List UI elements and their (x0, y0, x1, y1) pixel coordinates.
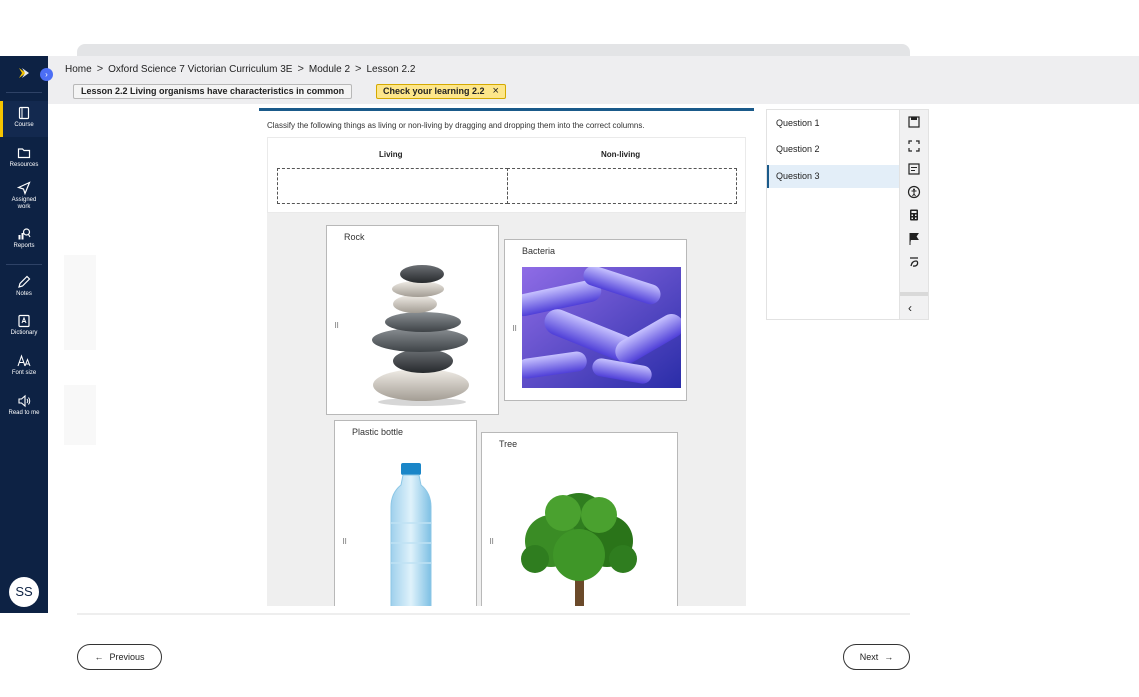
background-panel (64, 255, 96, 350)
sidebar-item-font-size[interactable]: Font size (0, 354, 48, 382)
sidebar-item-label: Font size (11, 370, 37, 376)
sidebar-item-label: Resources (9, 162, 39, 168)
sidebar-item-course[interactable]: Course (0, 101, 48, 137)
sidebar-divider (6, 92, 42, 93)
question-nav-item-3[interactable]: Question 3 (767, 165, 899, 188)
dictionary-icon (18, 314, 30, 328)
reports-icon (18, 228, 31, 240)
card-label: Bacteria (522, 246, 556, 256)
column-header-non-living: Non-living (601, 150, 641, 159)
drop-zone-living[interactable] (277, 168, 508, 204)
breadcrumb-course[interactable]: Oxford Science 7 Victorian Curriculum 3E (108, 64, 292, 75)
arrow-right-icon: → (884, 652, 894, 662)
card-label: Tree (499, 439, 518, 449)
drag-handle-icon[interactable]: ⠿ (512, 326, 517, 333)
sidebar-item-label: Read to me (8, 410, 40, 416)
previous-button[interactable]: ← Previous (77, 644, 162, 670)
folder-icon (17, 148, 31, 159)
sidebar-item-label: Reports (13, 243, 35, 249)
sidebar-item-label: Notes (16, 291, 32, 297)
sidebar-item-notes[interactable]: Notes (0, 275, 48, 303)
drop-panel: Living Non-living (267, 137, 746, 213)
sidebar-item-label: Assigned (11, 197, 37, 203)
save-icon[interactable] (907, 115, 921, 129)
rock-image (372, 265, 469, 406)
pencil-icon (18, 275, 31, 288)
tool-bar: ‹ (899, 109, 929, 320)
arrow-left-icon: ← (94, 652, 104, 662)
avatar[interactable]: SS (9, 577, 39, 607)
translate-icon[interactable] (907, 255, 921, 269)
breadcrumb-lesson[interactable]: Lesson 2.2 (366, 64, 415, 75)
question-nav-item-2[interactable]: Question 2 (767, 138, 899, 161)
close-icon[interactable]: × (493, 85, 499, 98)
previous-button-label: Previous (109, 652, 145, 662)
breadcrumb-home[interactable]: Home (65, 64, 92, 75)
breadcrumb-separator: > (297, 63, 304, 75)
tool-bar-divider (900, 292, 928, 296)
notes-icon[interactable] (907, 162, 921, 176)
bacteria-image (522, 267, 681, 388)
draggable-card-bacteria[interactable]: Bacteria ⠿ (504, 239, 687, 401)
sidebar-item-dictionary[interactable]: Dictionary (0, 314, 48, 342)
question-nav-panel: Question 1 Question 2 Question 3 (766, 109, 900, 320)
drag-handle-icon[interactable]: ⠿ (489, 539, 494, 546)
accessibility-icon[interactable] (907, 185, 921, 199)
breadcrumb-separator: > (96, 63, 104, 75)
breadcrumb-separator: > (355, 63, 362, 75)
sidebar-item-read-to-me[interactable]: Read to me (0, 394, 48, 422)
tree-image (521, 493, 637, 606)
flag-icon[interactable] (907, 232, 921, 246)
sidebar-item-reports[interactable]: Reports (0, 227, 48, 255)
question-nav-item-1[interactable]: Question 1 (767, 112, 899, 135)
draggable-card-tree[interactable]: Tree ⠿ (481, 432, 678, 606)
drag-handle-icon[interactable]: ⠿ (334, 323, 339, 330)
speaker-icon (18, 394, 31, 408)
next-button-label: Next (859, 652, 879, 662)
sidebar: › Course Resources Assigned work Reports… (0, 56, 53, 613)
lesson-tab[interactable]: Lesson 2.2 Living organisms have charact… (73, 84, 353, 99)
draggable-card-plastic-bottle[interactable]: Plastic bottle ⠿ (334, 420, 477, 606)
breadcrumb-module[interactable]: Module 2 (309, 64, 350, 75)
card-label: Rock (344, 232, 365, 242)
font-size-icon (17, 354, 31, 367)
logo-chevron-icon (19, 68, 29, 78)
collapse-panel-icon[interactable]: ‹ (908, 301, 912, 315)
draggable-items-area: Rock ⠿ Bacteria ⠿ Plastic bottle ⠿ Tree … (267, 213, 746, 606)
sidebar-item-resources[interactable]: Resources (0, 146, 48, 174)
expand-sidebar-icon[interactable]: › (40, 68, 53, 81)
calculator-icon[interactable] (907, 208, 921, 222)
draggable-card-rock[interactable]: Rock ⠿ (326, 225, 499, 415)
sidebar-item-label: Dictionary (10, 330, 38, 336)
sidebar-item-label: Course (14, 122, 34, 128)
drop-zone-non-living[interactable] (507, 168, 737, 204)
content-top-rule (259, 108, 754, 111)
app-logo[interactable]: › (0, 56, 53, 92)
drag-handle-icon[interactable]: ⠿ (342, 539, 347, 546)
check-learning-label: Check your learning 2.2 (383, 86, 485, 96)
send-icon (17, 181, 31, 195)
question-instruction: Classify the following things as living … (267, 121, 645, 130)
footer-divider (77, 613, 910, 615)
sidebar-item-assigned-work[interactable]: Assigned work (0, 181, 48, 217)
water-bottle-image (390, 463, 432, 606)
background-panel (64, 385, 96, 445)
next-button[interactable]: Next → (843, 644, 910, 670)
fullscreen-icon[interactable] (907, 139, 921, 153)
sidebar-item-label: work (17, 204, 31, 210)
breadcrumb: Home > Oxford Science 7 Victorian Curric… (65, 63, 415, 75)
check-learning-tab[interactable]: Check your learning 2.2 × (376, 84, 506, 99)
book-icon (18, 106, 30, 120)
header: Home > Oxford Science 7 Victorian Curric… (48, 56, 1139, 104)
sidebar-divider (6, 264, 42, 265)
column-header-living: Living (379, 150, 403, 159)
card-label: Plastic bottle (352, 427, 404, 437)
